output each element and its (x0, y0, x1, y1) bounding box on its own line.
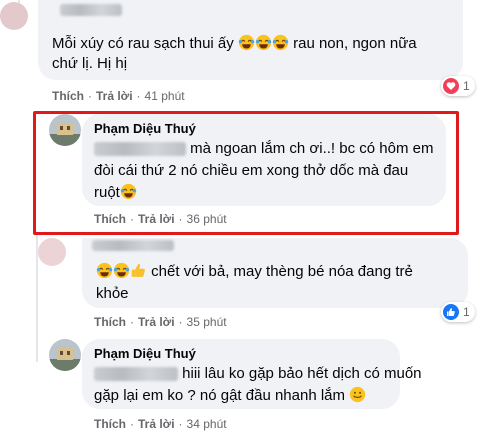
reaction-badge[interactable]: 1 (441, 76, 475, 96)
laughing-emoji-icon (113, 262, 130, 279)
avatar[interactable] (0, 2, 28, 30)
comment-actions: Thích · Trả lời · 35 phút (94, 315, 227, 329)
laughing-emoji-icon (272, 34, 289, 51)
thumbs-up-emoji-icon (131, 263, 145, 277)
comment-bubble: chết với bả, may thèng bé nóa đang trẻ k… (82, 238, 468, 308)
reply-link[interactable]: Trả lời (138, 212, 175, 226)
reply-link[interactable]: Trả lời (96, 89, 133, 103)
reaction-badge[interactable]: 1 (441, 302, 475, 322)
comment-text-line2: gặp lại em ko ? nó gật đầu nhanh lắm (94, 387, 346, 404)
comment-bubble: Mỗi xúy có rau sạch thui ấy rau non, ngo… (38, 0, 463, 80)
comment-text-cont: rau non, ngon nữa (293, 35, 417, 52)
avatar[interactable] (38, 238, 66, 266)
blurred-tag (94, 142, 186, 157)
comment-text-line3: ruột (94, 184, 120, 201)
comment-bubble: Phạm Diệu Thuý hiii lâu ko gặp bảo hết d… (82, 339, 422, 409)
reaction-count: 1 (463, 79, 470, 93)
avatar[interactable] (49, 339, 81, 371)
comment-text: hiii lâu ko gặp bảo hết dịch có muốn (182, 365, 422, 382)
like-reaction-icon (443, 304, 459, 320)
comment-text: Mỗi xúy có rau sạch thui ấy (52, 35, 234, 52)
blurred-name (60, 4, 122, 16)
smile-emoji-icon (350, 386, 366, 403)
like-link[interactable]: Thích (94, 212, 126, 226)
comment-actions: Thích · Trả lời · 36 phút (94, 212, 227, 226)
reply-link[interactable]: Trả lời (138, 315, 175, 329)
timestamp[interactable]: 35 phút (187, 315, 227, 329)
blurred-tag (94, 367, 178, 382)
reply-link[interactable]: Trả lời (138, 417, 175, 431)
comment-text: chết với bả, may thèng bé nóa đang trẻ (151, 263, 413, 280)
like-link[interactable]: Thích (52, 89, 84, 103)
laughing-emoji-icon (238, 34, 255, 51)
like-link[interactable]: Thích (94, 315, 126, 329)
comment-actions: Thích · Trả lời · 41 phút (52, 89, 185, 103)
author-name[interactable]: Phạm Diệu Thuý (94, 121, 196, 136)
blurred-name (92, 240, 174, 251)
comment-actions: Thích · Trả lời · 34 phút (94, 417, 227, 431)
timestamp[interactable]: 34 phút (187, 417, 227, 431)
laughing-emoji-icon (255, 34, 272, 51)
like-link[interactable]: Thích (94, 417, 126, 431)
laughing-emoji-icon (120, 183, 137, 200)
comment-text-line2: chứ lị. Hị hị (52, 55, 128, 72)
timestamp[interactable]: 36 phút (187, 212, 227, 226)
comment-text-line2: đòi cái thứ 2 nó chiều em xong thở dốc m… (94, 162, 409, 179)
heart-reaction-icon (443, 78, 459, 94)
comment-text: mà ngoan lắm ch ơi..! bc có hôm em (190, 140, 434, 157)
comment-bubble: Phạm Diệu Thuý mà ngoan lắm ch ơi..! bc … (82, 114, 446, 206)
reaction-count: 1 (463, 305, 470, 319)
laughing-emoji-icon (96, 262, 113, 279)
timestamp[interactable]: 41 phút (145, 89, 185, 103)
author-name[interactable]: Phạm Diệu Thuý (94, 346, 196, 361)
avatar[interactable] (49, 114, 81, 146)
comment-text-line2: khỏe (96, 285, 129, 302)
